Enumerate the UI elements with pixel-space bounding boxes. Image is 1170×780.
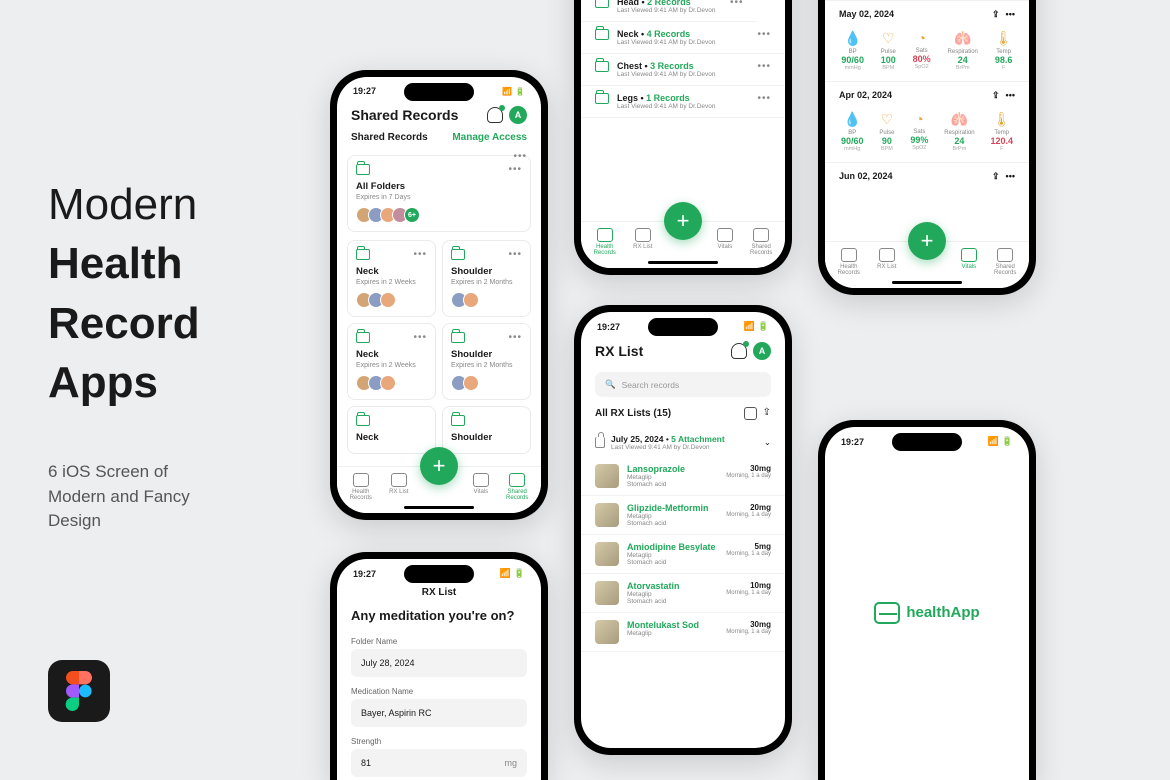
chevron-down-icon[interactable]: ⌄ (764, 437, 771, 448)
more-icon[interactable]: ••• (757, 61, 771, 72)
nav-shared[interactable]: Shared Records (994, 248, 1016, 276)
avatar[interactable]: A (509, 106, 527, 124)
folder-card[interactable]: Shoulder (442, 406, 531, 454)
medication-row[interactable]: LansoprazoleMetaglipStomach acid30mgMorn… (581, 457, 785, 496)
page-title: RX List (595, 343, 643, 359)
folder-row[interactable]: Chest • 3 RecordsLast Viewed 9:41 AM by … (581, 54, 785, 86)
page-title: RX List (337, 583, 541, 602)
app-logo-icon (874, 602, 900, 624)
folder-icon (595, 61, 609, 72)
more-icon[interactable]: ••• (757, 29, 771, 40)
bell-icon[interactable] (731, 343, 747, 359)
field-label: Medication Name (337, 683, 541, 699)
nav-vitals[interactable]: Vitals (717, 228, 733, 256)
folder-icon (356, 164, 370, 175)
medication-row[interactable]: Amiodipine BesylateMetaglipStomach acid5… (581, 535, 785, 574)
folder-card[interactable]: •••ShoulderExpires in 2 Months (442, 323, 531, 400)
folder-card-all[interactable]: ••• All FoldersExpires in 7 Days 6+ (347, 155, 531, 232)
folder-card[interactable]: Neck (347, 406, 436, 454)
med-thumb (595, 542, 619, 566)
nav-records[interactable]: Health Records (594, 228, 616, 256)
text-input[interactable]: 81 mg (351, 749, 527, 777)
folder-icon (595, 93, 609, 104)
med-thumb (595, 464, 619, 488)
vitals-date: Jun 02, 2024⇪ ••• (825, 163, 1029, 188)
nav-records[interactable]: Health Records (838, 248, 860, 276)
folder-card[interactable]: •••ShoulderExpires in 2 Months (442, 240, 531, 317)
folder-row[interactable]: Head • 2 RecordsLast Viewed 9:41 AM by D… (581, 0, 757, 22)
med-thumb (595, 620, 619, 644)
text-input[interactable]: July 28, 2024 (351, 649, 527, 677)
nav-vitals[interactable]: Vitals (961, 248, 977, 276)
vitals-date: Apr 02, 2024⇪ ••• (825, 82, 1029, 107)
vitals-date: May 02, 2024⇪ ••• (825, 1, 1029, 26)
add-button[interactable]: + (908, 222, 946, 260)
nav-vitals[interactable]: Vitals (473, 473, 489, 501)
avatar[interactable]: A (753, 342, 771, 360)
folder-card[interactable]: •••NeckExpires in 2 Weeks (347, 240, 436, 317)
med-thumb (595, 503, 619, 527)
folder-icon (595, 29, 609, 40)
medication-row[interactable]: AtorvastatinMetaglipStomach acid10mgMorn… (581, 574, 785, 613)
add-button[interactable]: + (420, 447, 458, 485)
page-title: Shared Records (351, 107, 458, 123)
medication-row[interactable]: Glipzide-MetforminMetaglipStomach acid20… (581, 496, 785, 535)
phone-form: 19:27📶🔋 RX List Any meditation you're on… (330, 552, 548, 780)
add-button[interactable]: + (664, 202, 702, 240)
nav-rxlist[interactable]: RX List (877, 248, 896, 276)
more-icon[interactable]: ••• (757, 93, 771, 104)
folder-row[interactable]: Legs • 1 RecordsLast Viewed 9:41 AM by D… (581, 86, 785, 118)
text-input[interactable]: Bayer, Aspirin RC (351, 699, 527, 727)
app-name: healthApp (906, 604, 979, 621)
lock-icon (595, 437, 605, 448)
phone-splash: 19:27📶🔋 healthApp (818, 420, 1036, 780)
vitals-row[interactable]: 💧BP90/60mmHg♡Pulse90BPM◔Sats99%SpO2🫁Resp… (825, 107, 1029, 163)
nav-shared[interactable]: Shared Records (506, 473, 528, 501)
nav-shared[interactable]: Shared Records (750, 228, 772, 256)
phone-vitals: All My Vitals (14)⇪ Jun 02, 2024⇪ •••💧BP… (818, 0, 1036, 295)
medication-row[interactable]: Montelukast SodMetaglip30mgMorning, 1 a … (581, 613, 785, 652)
nav-records[interactable]: Health Records (350, 473, 372, 501)
folder-row[interactable]: Neck • 4 RecordsLast Viewed 9:41 AM by D… (581, 22, 785, 54)
phone-folders: 💊RX ListsMedications 💚VitalsBloodpressur… (574, 0, 792, 275)
subheadline: 6 iOS Screen of Modern and Fancy Design (48, 460, 190, 534)
manage-access-link[interactable]: Manage Access (452, 132, 527, 143)
form-heading: Any meditation you're on? (337, 602, 541, 633)
search-input[interactable]: 🔍 Search records (595, 372, 771, 397)
phone-shared-records: 19:27📶🔋 Shared Records A Shared RecordsM… (330, 70, 548, 520)
nav-rxlist[interactable]: RX List (633, 228, 652, 256)
folder-icon (595, 0, 609, 8)
vitals-row[interactable]: 💧BP90/60mmHg♡Pulse100BPM◔Sats80%SpO2🫁Res… (825, 26, 1029, 82)
section-label: Shared Records (351, 132, 428, 143)
figma-icon (48, 660, 110, 722)
more-icon[interactable]: ••• (513, 151, 527, 162)
more-icon[interactable]: ••• (730, 0, 744, 8)
more-icon[interactable]: ••• (508, 164, 522, 175)
nav-rxlist[interactable]: RX List (389, 473, 408, 501)
phone-rxlist: 19:27📶🔋 RX ListA 🔍 Search records All RX… (574, 305, 792, 755)
field-label: Strength (337, 733, 541, 749)
field-label: Folder Name (337, 633, 541, 649)
med-thumb (595, 581, 619, 605)
bell-icon[interactable] (487, 107, 503, 123)
folder-card[interactable]: •••NeckExpires in 2 Weeks (347, 323, 436, 400)
headline: Modern Health Record Apps (48, 175, 200, 413)
